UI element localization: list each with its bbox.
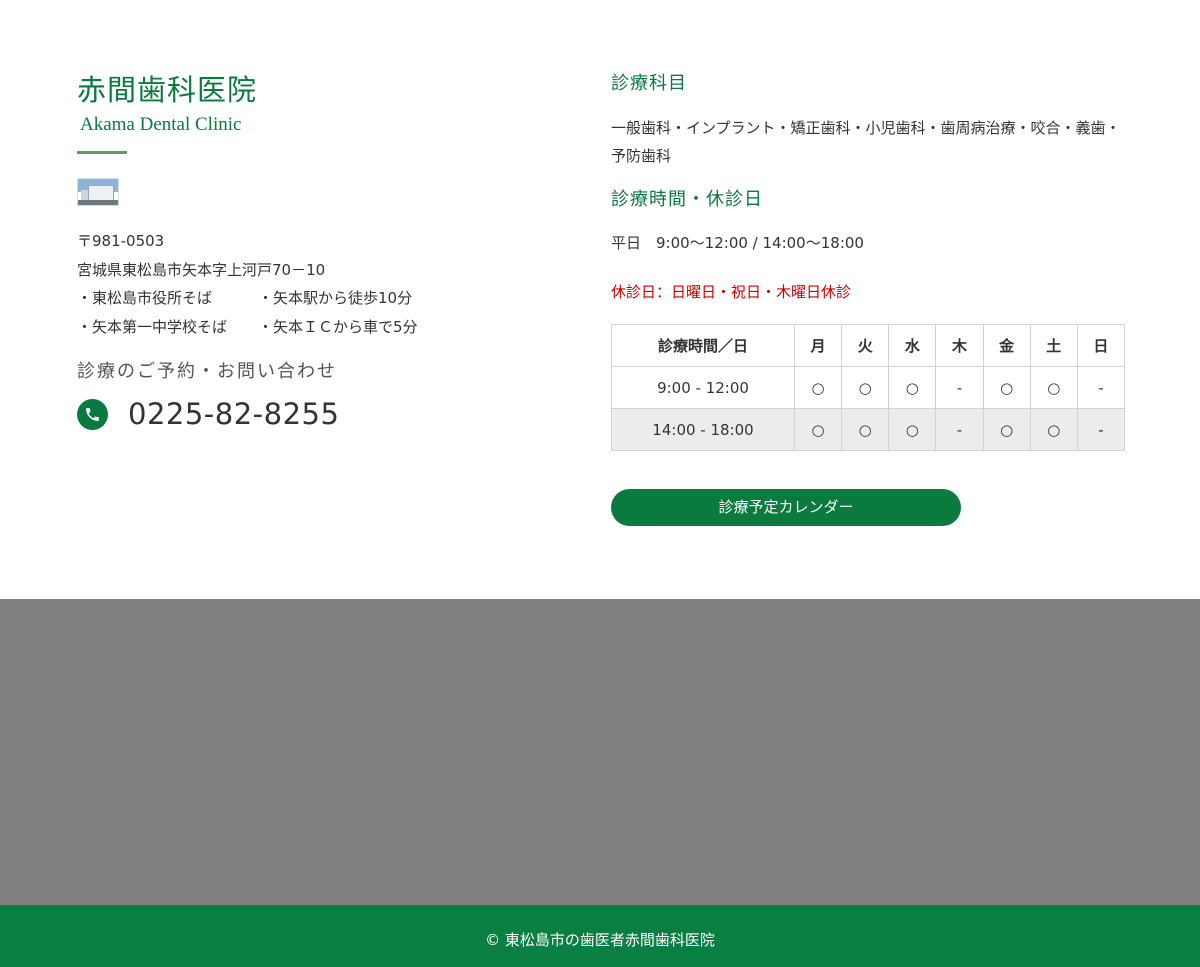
schedule-header-row: 診療時間／日 月 火 水 木 金 土 日: [611, 324, 1126, 367]
schedule-row: 14:00 - 18:00 ○ ○ ○ - ○ ○ -: [611, 408, 1126, 451]
schedule-header-cell: 火: [841, 324, 890, 367]
access-item: ・矢本駅から徒歩10分: [258, 289, 413, 307]
schedule-cell: -: [935, 366, 984, 409]
schedule-header-cell: 水: [888, 324, 937, 367]
phone-icon: [77, 398, 108, 430]
schedule-header-cell: 土: [1029, 324, 1078, 367]
schedule-header-cell: 木: [935, 324, 984, 367]
address: 宮城県東松島市矢本字上河戸70－10: [77, 260, 326, 279]
schedule-cell: -: [935, 408, 984, 451]
address-block: 〒981-0503 宮城県東松島市矢本字上河戸70－10 ・東松島市役所そば ・…: [77, 227, 537, 341]
contact-title: 診療のご予約・お問い合わせ: [77, 361, 337, 382]
phone-link[interactable]: 0225-82-8255: [77, 397, 537, 431]
closed-days: 休診日：日曜日・祝日・木曜日休診: [611, 283, 852, 301]
schedule-cell: ○: [888, 408, 937, 451]
calendar-button[interactable]: 診療予定カレンダー: [611, 489, 961, 526]
access-row: ・東松島市役所そば ・矢本駅から徒歩10分: [77, 284, 537, 313]
schedule-cell: ○: [982, 366, 1031, 409]
schedule-header-cell: 月: [793, 324, 843, 367]
clinic-building-photo: [77, 178, 119, 206]
map-area-placeholder: [0, 599, 1200, 905]
access-item: ・矢本第一中学校そば: [77, 317, 228, 336]
schedule-cell: ○: [982, 408, 1031, 451]
schedule-cell: 14:00 - 18:00: [611, 408, 795, 451]
hours-title: 診療時間・休診日: [611, 189, 763, 210]
weekday-hours: 平日 9:00～12:00 / 14:00～18:00: [611, 234, 864, 252]
departments-title: 診療科目: [611, 73, 687, 94]
phone-number[interactable]: 0225-82-8255: [128, 397, 339, 431]
schedule-cell: ○: [793, 366, 843, 409]
departments-text: 一般歯科・インプラント・矯正歯科・小児歯科・歯周病治療・咬合・義歯・予防歯科: [611, 119, 1121, 165]
schedule-table: 診療時間／日 月 火 水 木 金 土 日 9:00 - 12:00 ○ ○ ○ …: [611, 324, 1126, 451]
schedule-cell: ○: [1029, 408, 1078, 451]
access-item: ・東松島市役所そば: [77, 289, 213, 307]
schedule-header-cell: 金: [982, 324, 1031, 367]
schedule-cell: 9:00 - 12:00: [611, 366, 795, 409]
schedule-cell: ○: [793, 408, 843, 451]
schedule-cell: ○: [841, 366, 890, 409]
clinic-details: 診療科目 一般歯科・インプラント・矯正歯科・小児歯科・歯周病治療・咬合・義歯・予…: [611, 72, 1126, 526]
schedule-header-cell: 日: [1076, 324, 1126, 367]
schedule-cell: ○: [1029, 366, 1078, 409]
access-item: ・矢本ＩＣから車で5分: [258, 317, 418, 336]
schedule-row: 9:00 - 12:00 ○ ○ ○ - ○ ○ -: [611, 366, 1126, 409]
schedule-cell: ○: [841, 408, 890, 451]
footer: © 東松島市の歯医者赤間歯科医院: [0, 905, 1200, 967]
postal-code: 〒981-0503: [77, 232, 165, 250]
copyright-text: © 東松島市の歯医者赤間歯科医院: [485, 930, 715, 949]
schedule-cell: -: [1076, 366, 1126, 409]
access-row: ・矢本第一中学校そば ・矢本ＩＣから車で5分: [77, 313, 537, 342]
clinic-name-en: Akama Dental Clinic: [80, 114, 242, 135]
schedule-cell: -: [1076, 408, 1126, 451]
title-divider: [77, 151, 127, 154]
schedule-header-cell: 診療時間／日: [611, 324, 795, 367]
clinic-info: 赤間歯科医院 Akama Dental Clinic 〒981-0503 宮城県…: [77, 72, 537, 431]
schedule-cell: ○: [888, 366, 937, 409]
clinic-name: 赤間歯科医院: [77, 73, 258, 107]
